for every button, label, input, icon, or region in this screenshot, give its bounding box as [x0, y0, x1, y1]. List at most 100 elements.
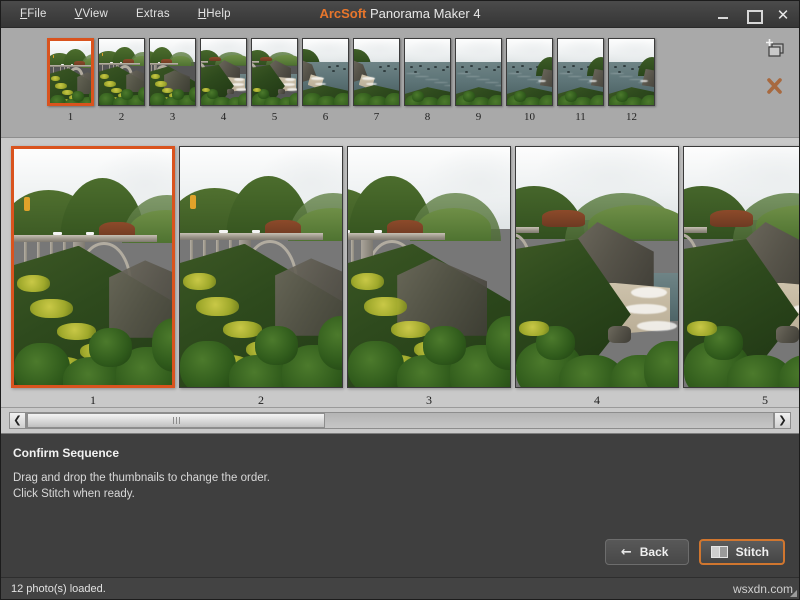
preview-image[interactable]	[683, 146, 799, 388]
close-icon[interactable]: ✕	[775, 7, 791, 23]
thumb-image[interactable]	[47, 38, 94, 106]
scene-bridge-near	[50, 41, 91, 103]
boat-speck	[485, 65, 489, 68]
remove-x-icon[interactable]	[761, 74, 787, 98]
filmstrip-thumb-6[interactable]: 6	[302, 38, 349, 123]
stitch-button-label: Stitch	[735, 545, 769, 559]
surf-line	[311, 77, 324, 80]
shrub	[180, 340, 236, 387]
scroll-right-button[interactable]: ❯	[774, 412, 791, 429]
back-button[interactable]: ← Back	[604, 539, 689, 565]
menu-item-file[interactable]: FFile	[17, 6, 50, 22]
filmstrip-thumb-4[interactable]: 4	[200, 38, 247, 123]
thumb-image[interactable]	[608, 38, 655, 106]
boat-speck	[470, 64, 474, 67]
car-on-bridge	[86, 232, 95, 236]
preview-image[interactable]	[515, 146, 679, 388]
shrub	[255, 326, 299, 365]
preview-panel-5[interactable]: 5	[683, 146, 799, 407]
shrub	[564, 90, 577, 102]
filmstrip-thumb-3[interactable]: 3	[149, 38, 196, 123]
filmstrip-thumb-5[interactable]: 5	[251, 38, 298, 123]
bridge-deck-edge	[684, 226, 707, 234]
preview-image[interactable]	[11, 146, 175, 388]
maximize-icon[interactable]	[745, 7, 763, 24]
thumb-image[interactable]	[404, 38, 451, 106]
app-title-brand: ArcSoft	[319, 6, 367, 21]
instructions-area: Confirm Sequence Drag and drop the thumb…	[1, 434, 799, 577]
boat-speck	[630, 67, 634, 70]
thumb-number: 12	[626, 111, 637, 123]
fog-bank	[405, 39, 450, 65]
wave-streak	[424, 79, 439, 80]
thumb-image[interactable]	[557, 38, 604, 106]
filmstrip-thumb-1[interactable]: 1	[47, 38, 94, 123]
stitch-panels-icon	[710, 546, 728, 558]
red-earth-scar	[542, 209, 585, 227]
resize-corner-icon[interactable]	[790, 590, 797, 597]
add-photos-icon[interactable]	[761, 38, 787, 62]
scene-ocean-open	[456, 39, 501, 105]
thumb-image[interactable]	[506, 38, 553, 106]
thumb-number: 2	[118, 111, 125, 123]
gorse-patch	[54, 83, 67, 89]
beach-boulder	[607, 326, 631, 344]
preview-row: 1 2 3 4 5	[11, 146, 799, 407]
boat-speck	[572, 64, 576, 67]
minimize-icon[interactable]	[715, 7, 731, 23]
bridge-pier	[189, 239, 193, 261]
scrollbar-thumb[interactable]	[27, 413, 326, 428]
thumb-image[interactable]	[200, 38, 247, 106]
car-on-bridge	[348, 230, 350, 234]
thumb-image[interactable]	[455, 38, 502, 106]
scroll-left-button[interactable]: ❮	[9, 412, 26, 429]
thumb-number: 9	[475, 111, 482, 123]
filmstrip-thumb-8[interactable]: 8	[404, 38, 451, 123]
thumbnail-strip: 1 2 3 4 5 6 7 8 9 10 11 12	[47, 38, 655, 123]
scene-ocean-open	[405, 39, 450, 105]
filmstrip-thumb-10[interactable]: 10	[506, 38, 553, 123]
filmstrip-thumb-2[interactable]: 2	[98, 38, 145, 123]
yellow-sign	[189, 195, 196, 209]
scrollbar-track[interactable]	[26, 412, 774, 429]
beach-boulder	[775, 326, 799, 344]
gorse-patch	[687, 321, 717, 336]
red-earth-scar	[259, 56, 272, 62]
shrub	[288, 93, 297, 105]
filmstrip-thumb-11[interactable]: 11	[557, 38, 604, 123]
bridge-pier	[101, 65, 103, 71]
preview-image[interactable]	[347, 146, 511, 388]
shrub	[538, 94, 552, 105]
surf-line	[286, 87, 297, 91]
wave-streak	[558, 73, 574, 74]
add-photos-glyph	[766, 39, 784, 57]
filmstrip-thumb-12[interactable]: 12	[608, 38, 655, 123]
menu-item-view-label: View	[82, 8, 108, 20]
thumb-image[interactable]	[302, 38, 349, 106]
shrub	[138, 86, 144, 102]
menu-item-help[interactable]: HHelp	[195, 6, 234, 22]
stitch-button[interactable]: Stitch	[698, 539, 785, 565]
shrub	[334, 93, 348, 105]
preview-image[interactable]	[179, 146, 343, 388]
preview-panel-2[interactable]: 2	[179, 146, 343, 407]
preview-panel-4[interactable]: 4	[515, 146, 679, 407]
thumb-image[interactable]	[353, 38, 400, 106]
thumb-image[interactable]	[149, 38, 196, 106]
shrub	[89, 88, 91, 103]
preview-panel-3[interactable]: 3	[347, 146, 511, 407]
scene-coast-ocean	[303, 39, 348, 105]
scene-coast-beach	[684, 147, 799, 387]
preview-panel-1[interactable]: 1	[11, 146, 175, 407]
filmstrip-thumb-7[interactable]: 7	[353, 38, 400, 123]
menu-bar: FFile VView Extras HHelp	[17, 6, 234, 22]
gorse-patch	[103, 81, 116, 87]
scene-coast-beach	[252, 39, 297, 105]
back-button-label: Back	[639, 545, 669, 559]
menu-item-view[interactable]: VView	[72, 6, 111, 22]
thumb-image[interactable]	[98, 38, 145, 106]
thumb-image[interactable]	[251, 38, 298, 106]
filmstrip-thumb-9[interactable]: 9	[455, 38, 502, 123]
menu-item-extras[interactable]: Extras	[133, 6, 173, 22]
shrub	[120, 89, 133, 101]
